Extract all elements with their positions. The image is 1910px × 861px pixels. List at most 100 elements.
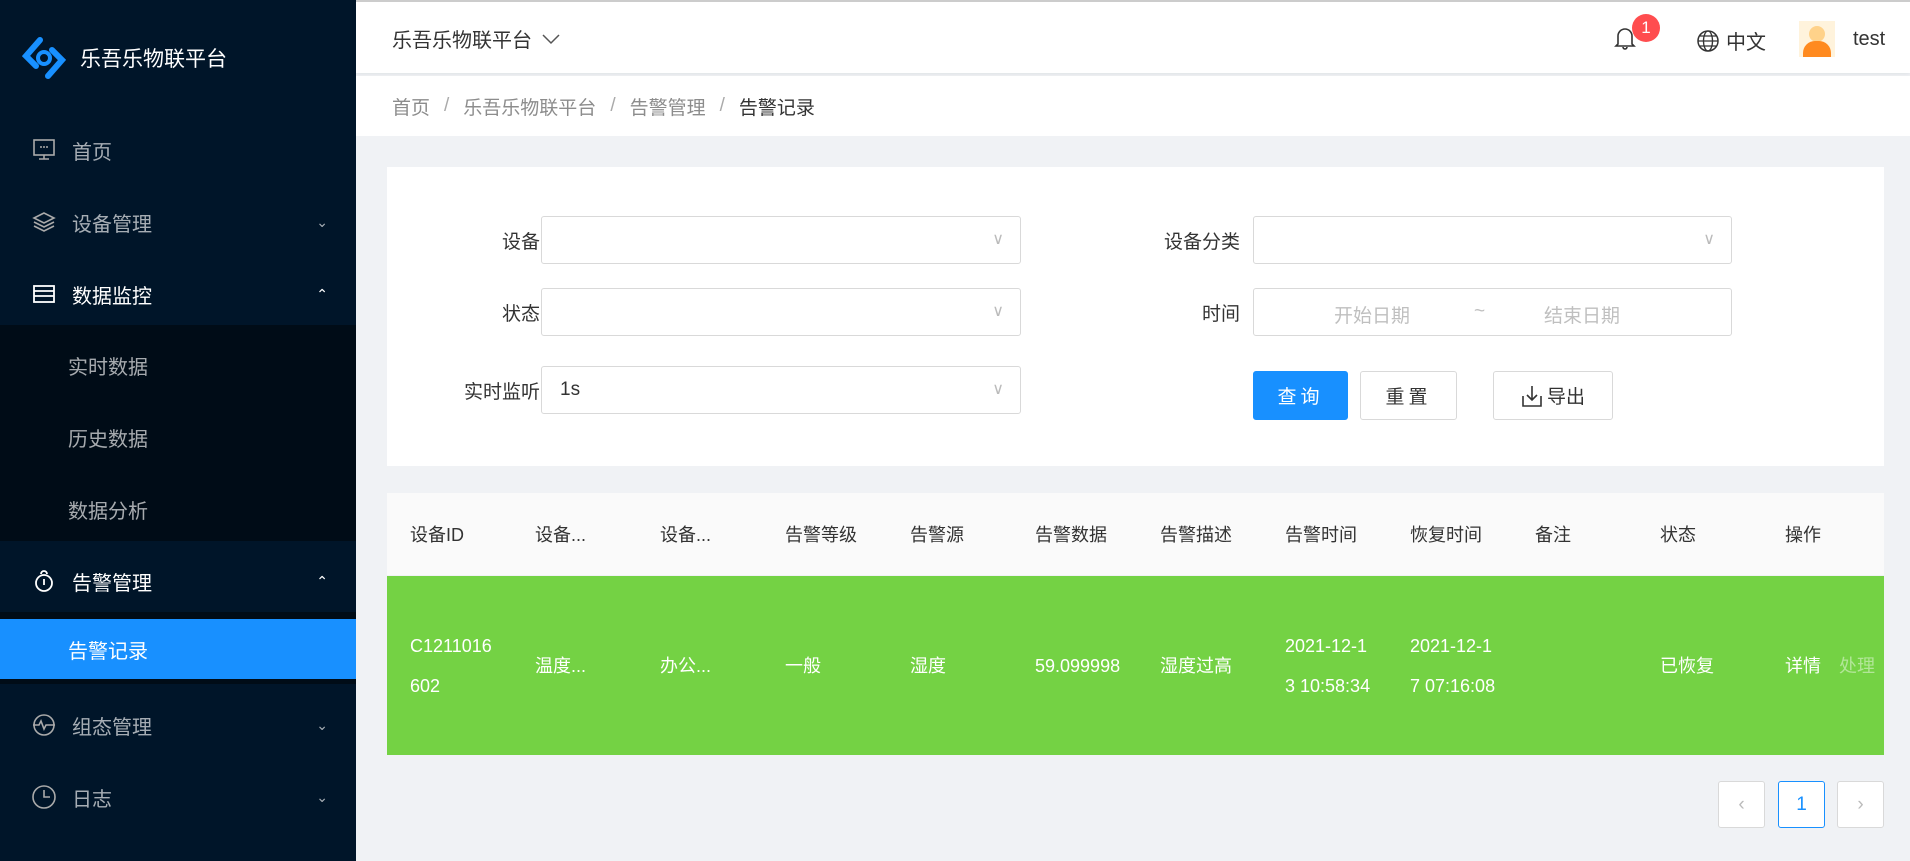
column-header: 设备... — [535, 525, 587, 545]
cell-device-name: 温度... — [535, 655, 587, 676]
avatar — [1799, 21, 1835, 57]
chevron-down-icon: ∨ — [992, 303, 1004, 320]
column-header: 告警源 — [910, 525, 964, 545]
sidebar-item-home[interactable]: 首页 — [0, 114, 356, 186]
logo[interactable]: 乐吾乐物联平台 — [22, 36, 227, 80]
prev-page-button[interactable]: ‹ — [1718, 781, 1765, 828]
sidebar-item-data-monitoring[interactable]: 数据监控 ⌃ — [0, 258, 356, 330]
cell-status: 已恢复 — [1660, 655, 1714, 676]
next-page-button[interactable]: › — [1837, 781, 1884, 828]
column-header: 告警数据 — [1035, 525, 1107, 545]
breadcrumb: 首页 / 乐吾乐物联平台 / 告警管理 / 告警记录 — [356, 76, 1910, 136]
range-separator: ~ — [1474, 301, 1486, 322]
time-label: 时间 — [1201, 304, 1240, 325]
user-menu[interactable]: test — [1799, 21, 1885, 57]
globe-icon — [1697, 29, 1719, 52]
breadcrumb-home[interactable]: 首页 — [392, 93, 430, 120]
breadcrumb-current: 告警记录 — [738, 97, 815, 119]
notification-button[interactable]: 1 — [1614, 14, 1660, 55]
sidebar-item-logs[interactable]: 日志 ⌄ — [0, 761, 356, 833]
details-link[interactable]: 详情 — [1785, 646, 1821, 686]
monitor-label: 实时监听 — [463, 382, 540, 403]
sidebar-item-data-analysis[interactable]: 数据分析 — [0, 479, 356, 539]
export-button[interactable]: 导出 — [1493, 371, 1613, 420]
column-header: 备注 — [1535, 525, 1571, 545]
sidebar-item-label: 首页 — [72, 141, 112, 164]
column-header: 告警等级 — [785, 525, 857, 545]
cell-remark — [1512, 576, 1637, 755]
submenu-data-monitoring: 实时数据 历史数据 数据分析 — [0, 325, 356, 541]
column-header: 设备ID — [410, 525, 464, 545]
submenu-alarm-management: 告警记录 — [0, 612, 356, 684]
cell-alarm-description: 湿度过高 — [1160, 655, 1232, 676]
column-header: 告警描述 — [1160, 525, 1232, 545]
sidebar-item-label: 数据分析 — [68, 500, 148, 523]
download-icon — [1522, 385, 1542, 407]
cell-device-location: 办公... — [660, 655, 712, 676]
category-label: 设备分类 — [1163, 232, 1240, 253]
column-header: 状态 — [1660, 525, 1696, 545]
sidebar-item-label: 组态管理 — [72, 716, 152, 739]
sidebar-item-alarm-management[interactable]: 告警管理 ⌃ — [0, 545, 356, 617]
monitor-interval-select[interactable]: 1s ∨ — [541, 366, 1021, 414]
end-date-input[interactable]: 结束日期 — [1544, 301, 1620, 328]
chevron-up-icon: ⌃ — [316, 285, 328, 302]
start-date-input[interactable]: 开始日期 — [1334, 301, 1410, 328]
sidebar-item-label: 日志 — [72, 788, 112, 811]
status-select[interactable]: ∨ — [541, 288, 1021, 336]
monitor-value: 1s — [560, 379, 581, 400]
filter-panel: 设备 ∨ 设备分类 ∨ 状态 ∨ 时间 开始日期 ~ 结束日期 实时监听 1s ∨… — [387, 167, 1884, 466]
breadcrumb-project[interactable]: 乐吾乐物联平台 — [463, 93, 596, 120]
chevron-down-icon: ∨ — [992, 231, 1004, 248]
page-button[interactable]: 1 — [1778, 781, 1825, 828]
sidebar-item-label: 数据监控 — [72, 285, 152, 308]
sidebar-item-configuration[interactable]: 组态管理 ⌄ — [0, 689, 356, 761]
column-header: 操作 — [1785, 525, 1821, 545]
query-button[interactable]: 查询 — [1253, 371, 1348, 420]
sidebar-item-label: 告警管理 — [72, 572, 152, 595]
chevron-down-icon: ∨ — [992, 381, 1004, 398]
sidebar-item-device-management[interactable]: 设备管理 ⌄ — [0, 186, 356, 258]
language-switcher[interactable]: 中文 — [1696, 26, 1766, 55]
sidebar-item-alarm-records[interactable]: 告警记录 — [0, 619, 356, 679]
handle-link[interactable]: 处理 — [1839, 646, 1875, 686]
sidebar-item-realtime-data[interactable]: 实时数据 — [0, 335, 356, 395]
sidebar-item-history-data[interactable]: 历史数据 — [0, 407, 356, 467]
cell-alarm-source: 湿度 — [910, 655, 946, 676]
chevron-down-icon — [542, 33, 560, 44]
status-label: 状态 — [501, 304, 540, 325]
chevron-right-icon: › — [1857, 793, 1864, 815]
category-select[interactable]: ∨ — [1253, 216, 1732, 264]
column-header: 告警时间 — [1285, 525, 1357, 545]
table-row[interactable]: C1211016602 温度... 办公... 一般 湿度 59.099998 … — [387, 576, 1884, 755]
table-header: 设备ID 设备... 设备... 告警等级 告警源 告警数据 告警描述 告警时间… — [387, 493, 1884, 575]
chevron-left-icon: ‹ — [1738, 793, 1745, 815]
breadcrumb-alarm-management[interactable]: 告警管理 — [630, 93, 706, 120]
chevron-down-icon: ⌄ — [316, 213, 328, 230]
sidebar-item-label: 实时数据 — [68, 356, 148, 379]
device-select[interactable]: ∨ — [541, 216, 1021, 264]
export-label: 导出 — [1546, 387, 1585, 408]
chevron-down-icon: ∨ — [1703, 231, 1715, 248]
reset-button[interactable]: 重置 — [1360, 371, 1457, 420]
user-name: test — [1853, 27, 1886, 50]
logo-text: 乐吾乐物联平台 — [80, 48, 227, 71]
layers-icon — [30, 208, 58, 236]
date-range-picker[interactable]: 开始日期 ~ 结束日期 — [1253, 288, 1732, 336]
pulse-icon — [30, 711, 58, 739]
cell-alarm-time: 2021-12-13 10:58:34 — [1285, 635, 1371, 696]
top-bar: 乐吾乐物联平台 1 中文 test — [356, 0, 1910, 73]
alarm-icon — [30, 567, 58, 595]
chevron-down-icon: ⌄ — [316, 788, 328, 805]
sidebar-item-label: 历史数据 — [68, 428, 148, 451]
breadcrumb-separator: / — [719, 95, 725, 116]
server-icon — [30, 280, 58, 308]
logo-icon — [22, 37, 66, 79]
chevron-up-icon: ⌃ — [316, 572, 328, 589]
project-selector[interactable]: 乐吾乐物联平台 — [392, 24, 560, 53]
sidebar-item-label: 设备管理 — [72, 213, 152, 236]
project-name: 乐吾乐物联平台 — [392, 30, 532, 52]
cell-device-id: C1211016602 — [410, 635, 492, 696]
chevron-down-icon: ⌄ — [316, 716, 328, 733]
notification-badge: 1 — [1632, 14, 1660, 42]
